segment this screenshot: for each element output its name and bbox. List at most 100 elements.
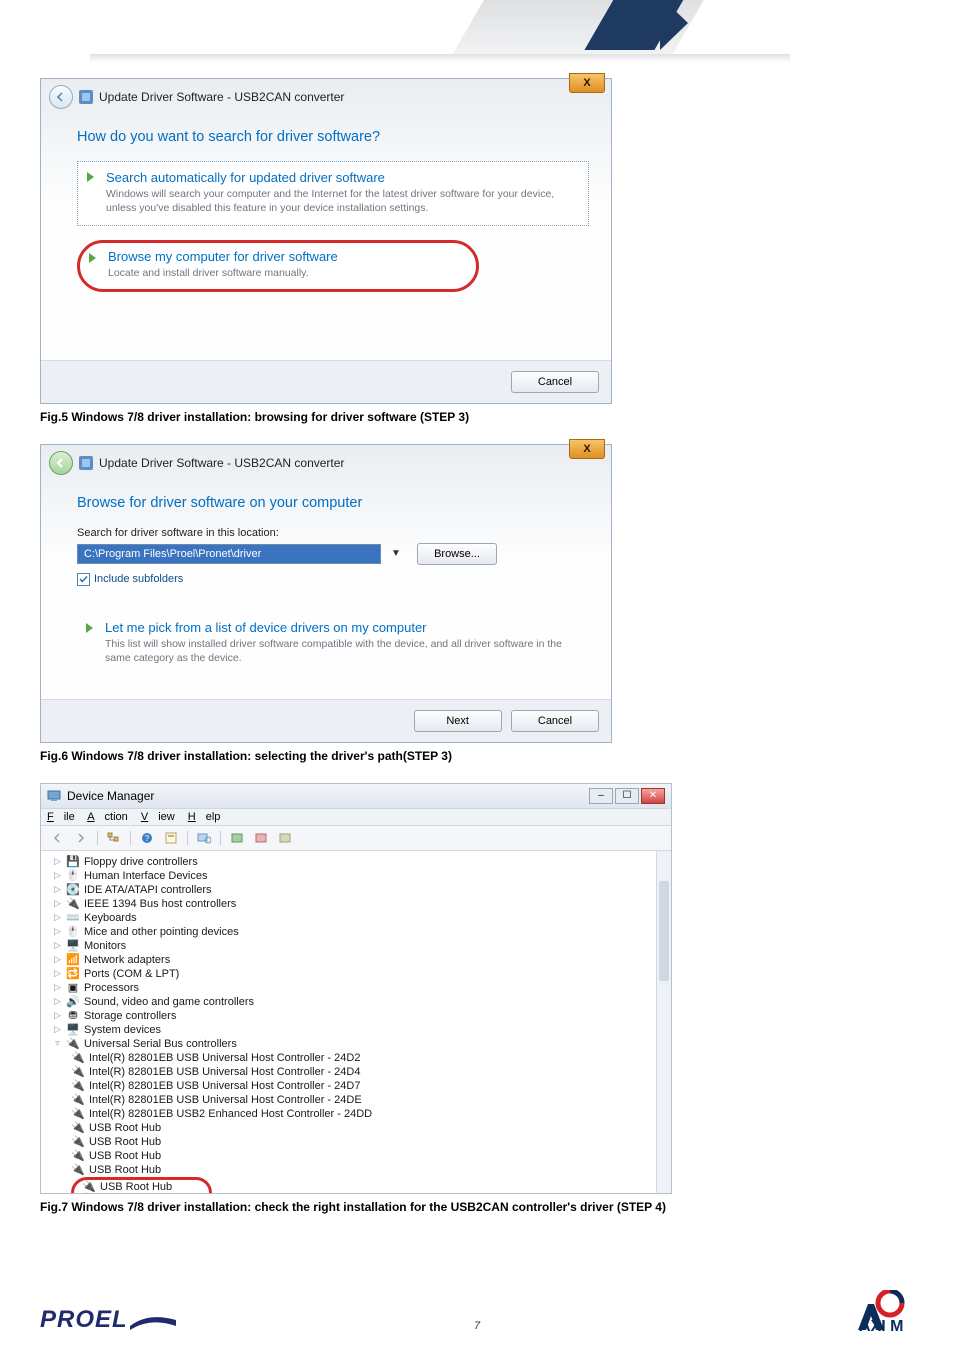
usb-controller-icon: 🔌 [71, 1094, 85, 1106]
expand-icon[interactable]: ▷ [53, 997, 62, 1006]
help-icon[interactable]: ? [137, 829, 157, 847]
window-titlebar: Device Manager – ☐ ✕ [41, 784, 671, 808]
dialog-title: Update Driver Software - USB2CAN convert… [99, 456, 344, 470]
expand-icon[interactable]: ▷ [53, 899, 62, 908]
expand-icon[interactable]: ▷ [53, 969, 62, 978]
option-desc: Locate and install driver software manua… [108, 266, 466, 280]
driver-icon [79, 90, 93, 104]
browse-button[interactable]: Browse... [417, 543, 497, 565]
usb-hub-icon: 🔌 [82, 1181, 96, 1193]
fig6-caption: Fig.6 Windows 7/8 driver installation: s… [40, 749, 914, 763]
menu-view[interactable]: View [141, 811, 175, 823]
expand-icon[interactable]: ▷ [53, 913, 62, 922]
cpu-icon: ▣ [66, 982, 80, 994]
menubar: File Action View Help [41, 808, 671, 826]
tree-leaf: 🔌USB Root Hub [71, 1135, 665, 1149]
tree-leaf: 🔌USB Root Hub [82, 1181, 201, 1193]
tree-node: ▷⛃Storage controllers [53, 1009, 665, 1023]
dialog-titlebar: Update Driver Software - USB2CAN convert… [41, 445, 611, 481]
next-button[interactable]: Next [414, 710, 502, 732]
update-driver-icon[interactable] [227, 829, 247, 847]
usb-controller-icon: 🔌 [71, 1080, 85, 1092]
usb-hub-icon: 🔌 [71, 1122, 85, 1134]
cancel-button[interactable]: Cancel [511, 371, 599, 393]
back-button[interactable] [49, 85, 73, 109]
expand-icon[interactable]: ▷ [53, 1025, 62, 1034]
page-footer: PROEL 7 AXI M [40, 1290, 914, 1334]
fig7-caption: Fig.7 Windows 7/8 driver installation: c… [40, 1200, 914, 1214]
expand-icon[interactable]: ▷ [53, 857, 62, 866]
proel-logo-text: PROEL [40, 1306, 128, 1334]
close-button[interactable]: X [569, 439, 605, 459]
tree-leaf: 🔌USB Root Hub [71, 1121, 665, 1135]
tree-leaf: 🔌USB Root Hub [71, 1149, 665, 1163]
expand-icon[interactable]: ▷ [53, 941, 62, 950]
collapse-icon[interactable]: ▿ [53, 1039, 62, 1048]
dialog-titlebar: Update Driver Software - USB2CAN convert… [41, 79, 611, 115]
mouse-icon: 🖱️ [66, 926, 80, 938]
minimize-button[interactable]: – [589, 788, 613, 804]
expand-icon[interactable]: ▷ [53, 1011, 62, 1020]
proel-logo: PROEL [40, 1306, 178, 1334]
proel-swoosh-icon [128, 1308, 178, 1332]
expand-icon[interactable]: ▷ [53, 871, 62, 880]
scrollbar[interactable] [656, 851, 671, 1193]
option-title: Browse my computer for driver software [108, 249, 466, 264]
nav-forward-icon[interactable] [71, 829, 91, 847]
tree-node: ▷▣Processors [53, 981, 665, 995]
device-tree: ▷💾Floppy drive controllers ▷🖱️Human Inte… [41, 851, 671, 1193]
keyboard-icon: ⌨️ [66, 912, 80, 924]
arrow-right-icon [88, 252, 98, 264]
option-browse-computer[interactable]: Browse my computer for driver software L… [77, 240, 479, 291]
driver-icon [79, 456, 93, 470]
properties-icon[interactable] [161, 829, 181, 847]
expand-icon[interactable]: ▷ [53, 983, 62, 992]
option-search-automatically[interactable]: Search automatically for updated driver … [77, 161, 589, 226]
scan-icon[interactable] [194, 829, 214, 847]
tree-node: ▷📶Network adapters [53, 953, 665, 967]
dialog-heading: How do you want to search for driver sof… [77, 129, 589, 145]
arrow-right-icon [85, 622, 95, 634]
monitor-icon: 🖥️ [66, 940, 80, 952]
cancel-button[interactable]: Cancel [511, 710, 599, 732]
usb-hub-icon: 🔌 [71, 1164, 85, 1176]
search-location-label: Search for driver software in this locat… [77, 527, 589, 539]
tree-icon[interactable] [104, 829, 124, 847]
path-input[interactable]: C:\Program Files\Proel\Pronet\driver [77, 544, 381, 564]
svg-text:?: ? [145, 834, 150, 843]
close-button[interactable]: ✕ [641, 788, 665, 804]
dialog-title: Update Driver Software - USB2CAN convert… [99, 90, 344, 104]
header-banner [40, 0, 914, 70]
menu-help[interactable]: Help [188, 811, 221, 823]
tree-node: ▷🔊Sound, video and game controllers [53, 995, 665, 1009]
expand-icon[interactable]: ▷ [53, 927, 62, 936]
nav-back-icon[interactable] [47, 829, 67, 847]
tree-leaf: 🔌Intel(R) 82801EB USB Universal Host Con… [71, 1079, 665, 1093]
include-subfolders-checkbox[interactable] [77, 573, 90, 586]
tree-node: ▷🔌IEEE 1394 Bus host controllers [53, 897, 665, 911]
close-button[interactable]: X [569, 73, 605, 93]
expand-icon[interactable]: ▷ [53, 885, 62, 894]
menu-action[interactable]: Action [87, 811, 128, 823]
tree-leaf: 🔌Intel(R) 82801EB USB2 Enhanced Host Con… [71, 1107, 665, 1121]
storage-icon: ⛃ [66, 1010, 80, 1022]
tree-leaf: 🔌Intel(R) 82801EB USB Universal Host Con… [71, 1093, 665, 1107]
sound-icon: 🔊 [66, 996, 80, 1008]
dialog-footer: Cancel [41, 360, 611, 403]
expand-icon[interactable]: ▷ [53, 955, 62, 964]
system-icon: 🖥️ [66, 1024, 80, 1036]
menu-file[interactable]: File [47, 811, 75, 823]
tree-leaf: 🔌Intel(R) 82801EB USB Universal Host Con… [71, 1051, 665, 1065]
hid-icon: 🖱️ [66, 870, 80, 882]
floppy-icon: 💾 [66, 856, 80, 868]
back-button[interactable] [49, 451, 73, 475]
fig5-dialog: X Update Driver Software - USB2CAN conve… [40, 78, 612, 404]
maximize-button[interactable]: ☐ [615, 788, 639, 804]
uninstall-icon[interactable] [251, 829, 271, 847]
usb-controller-icon: 🔌 [71, 1052, 85, 1064]
disable-icon[interactable] [275, 829, 295, 847]
tree-node: ▷🖥️System devices [53, 1023, 665, 1037]
option-desc: Windows will search your computer and th… [106, 187, 578, 215]
option-pick-list[interactable]: Let me pick from a list of device driver… [105, 620, 589, 635]
dropdown-icon[interactable]: ▼ [391, 548, 401, 559]
